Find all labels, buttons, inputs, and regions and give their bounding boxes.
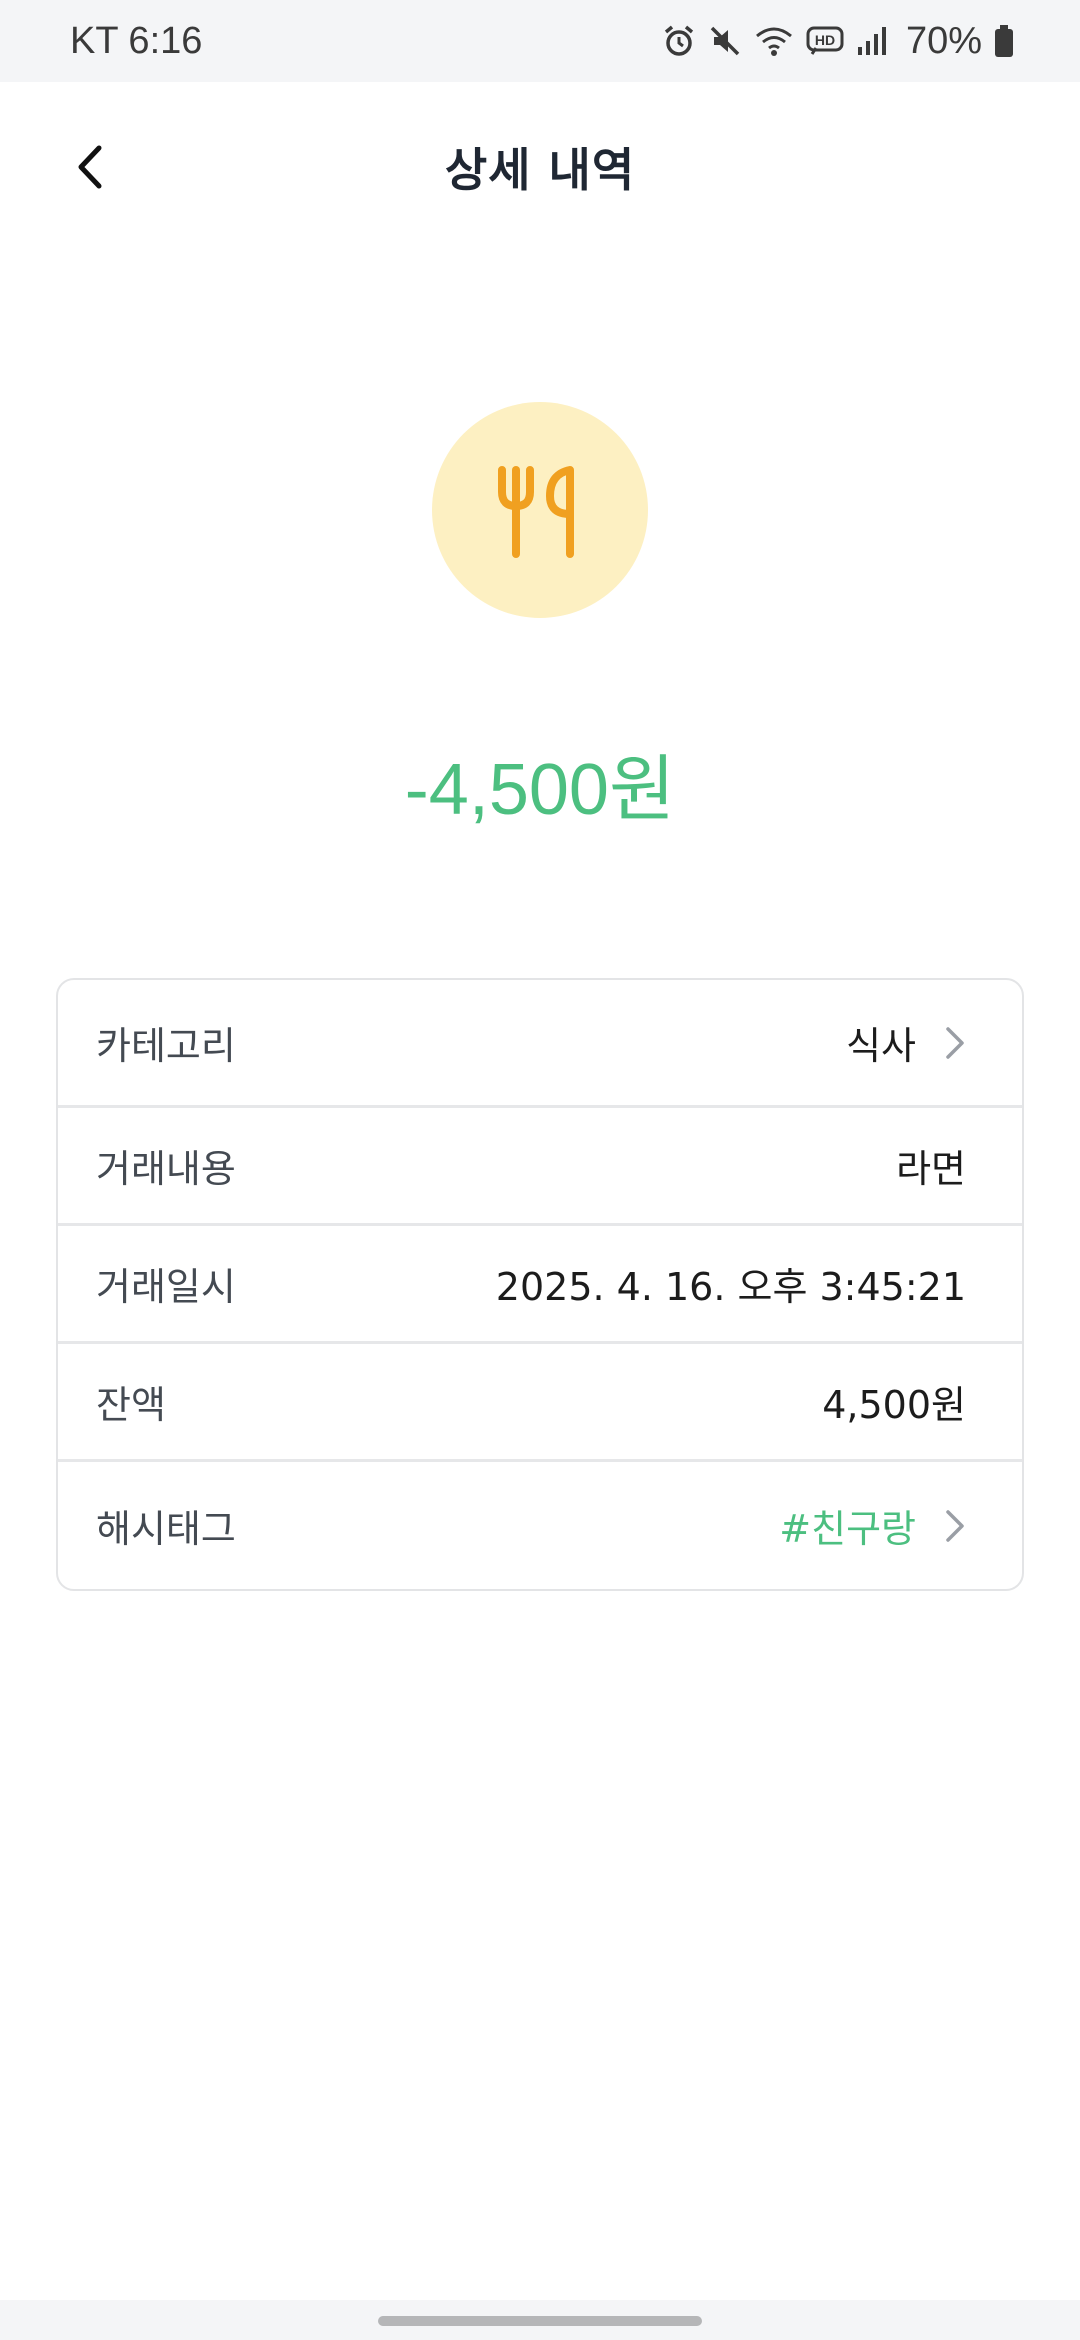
signal-icon	[856, 25, 888, 57]
back-button[interactable]	[60, 137, 120, 197]
svg-text:HD: HD	[815, 32, 835, 48]
category-value: 식사	[846, 1024, 916, 1068]
hd-voice-icon: HD	[806, 26, 844, 56]
balance-label: 잔액	[96, 1383, 166, 1427]
detail-card: 카테고리 식사 거래내용 라면 거래일시 2025. 4. 16. 오후 3:4…	[56, 978, 1024, 1591]
fork-knife-icon	[498, 466, 574, 558]
chevron-right-icon	[946, 1026, 964, 1059]
wifi-icon	[754, 24, 794, 58]
hashtag-label: 해시태그	[96, 1507, 236, 1551]
hashtag-row[interactable]: 해시태그 #친구랑	[58, 1462, 1022, 1589]
navigation-bar	[0, 2300, 1080, 2340]
chevron-left-icon	[78, 145, 102, 189]
battery-icon	[994, 24, 1014, 58]
balance-value: 4,500원	[822, 1383, 966, 1427]
transaction-amount: -4,500원	[404, 750, 676, 830]
category-row[interactable]: 카테고리 식사	[58, 980, 1022, 1108]
description-label: 거래내용	[96, 1147, 236, 1191]
datetime-value: 2025. 4. 16. 오후 3:45:21	[495, 1265, 966, 1309]
page-title: 상세 내역	[444, 143, 636, 197]
category-label: 카테고리	[96, 1024, 236, 1068]
battery-percent: 70%	[905, 19, 982, 62]
carrier-time: KT 6:16	[70, 19, 203, 62]
datetime-row: 거래일시 2025. 4. 16. 오후 3:45:21	[58, 1226, 1022, 1344]
hashtag-value: #친구랑	[779, 1507, 916, 1551]
balance-row: 잔액 4,500원	[58, 1344, 1022, 1462]
description-row: 거래내용 라면	[58, 1108, 1022, 1226]
header: 상세 내역	[0, 82, 1080, 252]
category-icon-badge	[432, 402, 648, 618]
mute-icon	[708, 24, 742, 58]
status-icons: HD 70%	[662, 20, 1014, 63]
chevron-right-icon	[946, 1509, 964, 1542]
description-value: 라면	[896, 1147, 966, 1191]
datetime-label: 거래일시	[96, 1265, 236, 1309]
alarm-icon	[662, 24, 696, 58]
home-handle[interactable]	[378, 2316, 702, 2326]
status-bar: KT 6:16 HD 70%	[0, 0, 1080, 82]
